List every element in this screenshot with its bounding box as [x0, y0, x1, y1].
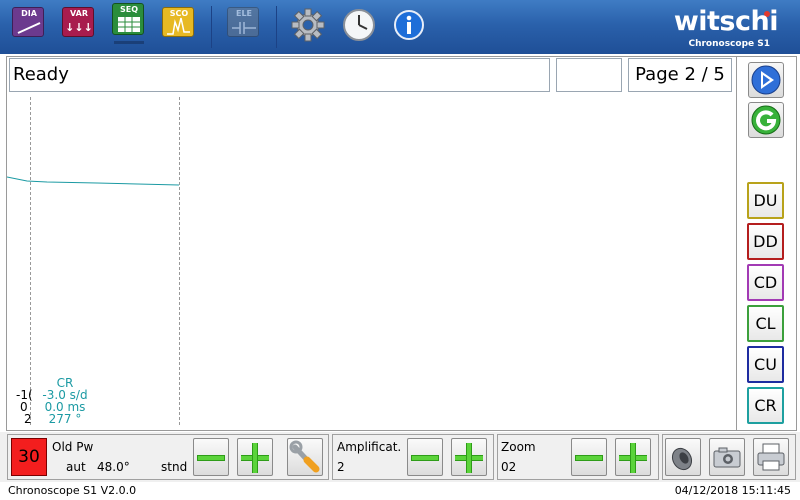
zoom-decrease-button[interactable]: [571, 438, 607, 476]
ele-tool-button[interactable]: ELE: [227, 7, 263, 43]
amplification-label: Amplificat.: [337, 440, 402, 454]
printer-icon: [757, 443, 785, 471]
lift-decrease-button[interactable]: [193, 438, 229, 476]
hidden-value-3: 2: [24, 412, 32, 426]
channel-button-cl[interactable]: CL: [747, 305, 784, 342]
channel-button-cu[interactable]: CU: [747, 346, 784, 383]
status-aux-box: [556, 58, 622, 92]
gear-icon: [291, 8, 325, 42]
lift-value-box[interactable]: 30: [11, 438, 47, 476]
standard-label: stnd: [161, 460, 188, 474]
print-button[interactable]: [753, 438, 789, 476]
clock-button[interactable]: [341, 7, 377, 43]
version-label: Chronoscope S1 V2.0.0: [8, 484, 137, 497]
top-toolbar: DIA VAR ↓↓↓ SEQ SCO ELE witschi Chronosc…: [0, 0, 800, 54]
datetime-label: 04/12/2018 15:11:45: [674, 484, 791, 497]
dia-tool-button[interactable]: DIA: [12, 7, 48, 43]
camera-icon: [713, 447, 741, 468]
go-icon: [751, 105, 781, 135]
status-message: Ready: [9, 58, 550, 92]
chronoscope-app: DIA VAR ↓↓↓ SEQ SCO ELE witschi Chronosc…: [0, 0, 800, 500]
play-arrow-icon: [751, 65, 781, 95]
sco-icon: SCO: [162, 7, 194, 37]
toolbar-separator: [211, 6, 212, 48]
toolbar-separator: [276, 6, 277, 48]
minus-icon: [197, 455, 225, 461]
brand-logo: witschi: [673, 6, 779, 37]
mode-label: Old Pw: [52, 440, 94, 454]
minus-icon: [575, 455, 603, 461]
amplification-value: 2: [337, 460, 345, 474]
speaker-icon: [671, 447, 693, 471]
zoom-value: 02: [501, 460, 517, 474]
next-page-button[interactable]: [748, 62, 784, 98]
settings-button[interactable]: [290, 7, 326, 43]
seq-tool-button[interactable]: SEQ: [112, 3, 148, 44]
minus-icon: [411, 455, 439, 461]
readout-amplitude: 277 °: [48, 412, 82, 426]
var-icon: VAR ↓↓↓: [62, 7, 94, 37]
dia-icon: DIA: [12, 7, 44, 37]
camera-button[interactable]: [709, 438, 745, 476]
lift-increase-button[interactable]: [237, 438, 273, 476]
amplification-increase-button[interactable]: [451, 438, 487, 476]
seq-icon: SEQ: [112, 3, 144, 35]
arrows-glyph: ↓↓↓: [65, 21, 93, 34]
lift-angle-value: 48.0°: [97, 460, 130, 474]
wrench-icon: [289, 440, 320, 473]
info-button[interactable]: [391, 7, 427, 43]
trace-plot: -1( 0 2 CR -3.0 s/d 0.0 ms 277 °: [7, 97, 736, 430]
speaker-button[interactable]: [665, 438, 701, 476]
amplification-decrease-button[interactable]: [407, 438, 443, 476]
sco-tool-button[interactable]: SCO: [162, 7, 198, 43]
go-button[interactable]: [748, 102, 784, 138]
channel-button-du[interactable]: DU: [747, 182, 784, 219]
channel-button-dd[interactable]: DD: [747, 223, 784, 260]
var-tool-button[interactable]: VAR ↓↓↓: [62, 7, 98, 43]
channel-button-cd[interactable]: CD: [747, 264, 784, 301]
info-icon: [394, 10, 424, 40]
zoom-label: Zoom: [501, 440, 536, 454]
brand-subtitle: Chronoscope S1: [688, 39, 770, 49]
signal-trace: [7, 176, 180, 186]
ele-icon: ELE: [227, 7, 259, 37]
page-indicator: Page 2 / 5: [628, 58, 732, 92]
channel-button-cr[interactable]: CR: [747, 387, 784, 424]
mode-sub: aut: [66, 460, 86, 474]
zoom-increase-button[interactable]: [615, 438, 651, 476]
tools-button[interactable]: [287, 438, 323, 476]
clock-icon: [343, 9, 375, 41]
